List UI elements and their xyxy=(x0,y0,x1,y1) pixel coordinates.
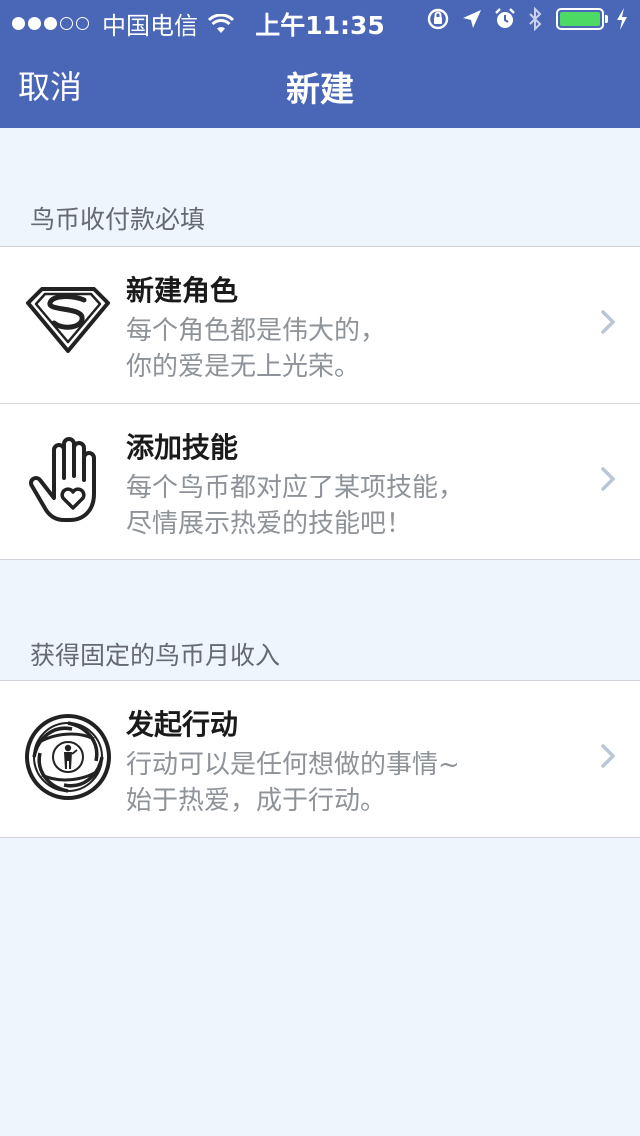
bluetooth-icon xyxy=(528,7,542,31)
superman-shield-icon xyxy=(26,287,110,353)
spy-gunbarrel-icon xyxy=(25,714,111,800)
header: 中国电信 上午11:35 取消 新建 xyxy=(0,0,640,128)
list-item-description: 每个鸟币都对应了某项技能， 尽情展示热爱的技能吧！ xyxy=(126,470,576,542)
chevron-right-icon xyxy=(601,744,616,768)
section-group-monthly-income: 发起行动 行动可以是任何想做的事情~ 始于热爱，成于行动。 xyxy=(0,680,640,838)
status-right xyxy=(414,7,628,31)
section-header-monthly-income: 获得固定的鸟币月收入 xyxy=(30,641,281,670)
description-line-1: 行动可以是任何想做的事情~ xyxy=(126,750,460,780)
chevron-right-icon xyxy=(601,467,616,491)
list-item-new-role[interactable]: 新建角色 每个角色都是伟大的， 你的爱是无上光荣。 xyxy=(0,247,640,403)
list-item-title: 添加技能 xyxy=(126,431,239,464)
location-arrow-icon xyxy=(462,9,482,29)
section-group-required: 新建角色 每个角色都是伟大的， 你的爱是无上光荣。 添加技能 每个鸟币都对应了某… xyxy=(0,246,640,560)
list-item-title: 发起行动 xyxy=(126,708,239,741)
list-item-description: 每个角色都是伟大的， 你的爱是无上光荣。 xyxy=(126,313,576,385)
description-line-2: 尽情展示热爱的技能吧！ xyxy=(126,509,413,539)
page-title: 新建 xyxy=(286,70,354,110)
description-line-1: 每个角色都是伟大的， xyxy=(126,316,387,346)
description-line-1: 每个鸟币都对应了某项技能， xyxy=(126,473,465,503)
chevron-right-icon xyxy=(601,310,616,334)
charging-bolt-icon xyxy=(616,8,628,30)
battery-icon xyxy=(556,8,608,30)
hand-heart-icon xyxy=(29,437,96,522)
alarm-clock-icon xyxy=(494,8,516,30)
list-item-description: 行动可以是任何想做的事情~ 始于热爱，成于行动。 xyxy=(126,747,576,819)
description-line-2: 你的爱是无上光荣。 xyxy=(126,352,361,382)
list-item-title: 新建角色 xyxy=(126,274,239,307)
status-bar: 中国电信 上午11:35 xyxy=(0,0,640,40)
section-header-required: 鸟币收付款必填 xyxy=(30,205,206,234)
navigation-bar: 取消 新建 xyxy=(0,40,640,128)
description-line-2: 始于热爱，成于行动。 xyxy=(126,786,387,816)
list-item-start-action[interactable]: 发起行动 行动可以是任何想做的事情~ 始于热爱，成于行动。 xyxy=(0,681,640,837)
orientation-lock-icon xyxy=(426,7,450,31)
list-item-add-skill[interactable]: 添加技能 每个鸟币都对应了某项技能， 尽情展示热爱的技能吧！ xyxy=(0,403,640,559)
